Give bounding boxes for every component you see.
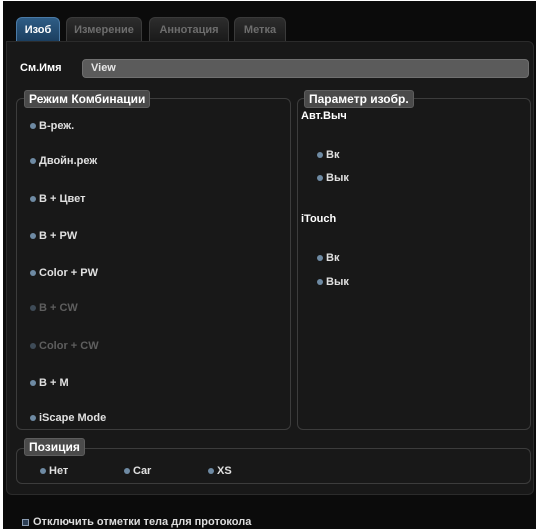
- mode-label: B-реж.: [39, 120, 75, 132]
- option-label: Вк: [326, 252, 340, 264]
- mode-label: Двойн.реж: [39, 155, 98, 167]
- tab-mark[interactable]: Метка: [234, 17, 286, 41]
- radio-icon: [30, 415, 36, 421]
- checkbox-label: Отключить отметки тела для протокола: [33, 516, 252, 528]
- mode-label: B + Цвет: [39, 193, 86, 205]
- radio-icon: [30, 343, 36, 349]
- tab-measurement[interactable]: Измерение: [66, 17, 142, 41]
- mode-label: Color + PW: [39, 267, 98, 279]
- mode-label: B + PW: [39, 230, 78, 242]
- radio-icon: [30, 158, 36, 164]
- radio-icon: [208, 468, 214, 474]
- itouch-on[interactable]: Вк: [317, 252, 339, 264]
- radio-icon: [30, 270, 36, 276]
- option-label: XS: [217, 465, 232, 477]
- radio-icon: [30, 380, 36, 386]
- radio-icon: [30, 196, 36, 202]
- mode-b-m[interactable]: B + M: [30, 377, 69, 389]
- mode-label: iScape Mode: [39, 412, 107, 424]
- radio-icon: [30, 123, 36, 129]
- mode-label: B + CW: [39, 302, 78, 314]
- radio-icon: [317, 279, 323, 285]
- radio-icon: [40, 468, 46, 474]
- tab-annotation[interactable]: Аннотация: [149, 17, 229, 41]
- tab-image[interactable]: Изоб: [16, 17, 60, 41]
- itouch-off[interactable]: Вык: [317, 276, 349, 288]
- checkbox-icon: [22, 518, 29, 526]
- image-params-group: [297, 98, 531, 430]
- radio-icon: [30, 305, 36, 311]
- name-label: См.Имя: [20, 62, 62, 74]
- itouch-label: iTouch: [301, 213, 337, 225]
- image-params-title: Параметр изобр.: [304, 90, 414, 108]
- auto-calc-label: Авт.Выч: [301, 110, 347, 122]
- option-label: Car: [133, 465, 152, 477]
- combo-mode-title: Режим Комбинации: [24, 90, 151, 108]
- mode-b-color[interactable]: B + Цвет: [30, 193, 86, 205]
- mode-b-pw[interactable]: B + PW: [30, 230, 77, 242]
- mode-b[interactable]: B-реж.: [30, 120, 74, 132]
- mode-label: B + M: [39, 377, 69, 389]
- option-label: Вык: [326, 276, 349, 288]
- position-car[interactable]: Car: [124, 465, 151, 477]
- mode-label: Color + CW: [39, 340, 99, 352]
- radio-icon: [30, 233, 36, 239]
- radio-icon: [124, 468, 130, 474]
- auto-calc-off[interactable]: Вык: [317, 172, 349, 184]
- option-label: Вык: [326, 172, 349, 184]
- mode-dual[interactable]: Двойн.реж: [30, 155, 97, 167]
- position-group: [16, 448, 531, 484]
- radio-icon: [317, 255, 323, 261]
- option-label: Вк: [326, 149, 340, 161]
- name-input[interactable]: View: [82, 59, 529, 78]
- position-title: Позиция: [24, 438, 85, 456]
- position-none[interactable]: Нет: [40, 465, 68, 477]
- mode-color-cw: Color + CW: [30, 340, 99, 352]
- position-xs[interactable]: XS: [208, 465, 232, 477]
- auto-calc-on[interactable]: Вк: [317, 149, 339, 161]
- radio-icon: [317, 175, 323, 181]
- mode-color-pw[interactable]: Color + PW: [30, 267, 98, 279]
- mode-iscape[interactable]: iScape Mode: [30, 412, 106, 424]
- mode-b-cw: B + CW: [30, 302, 78, 314]
- option-label: Нет: [49, 465, 69, 477]
- disable-body-marks-checkbox[interactable]: Отключить отметки тела для протокола: [22, 516, 251, 528]
- radio-icon: [317, 152, 323, 158]
